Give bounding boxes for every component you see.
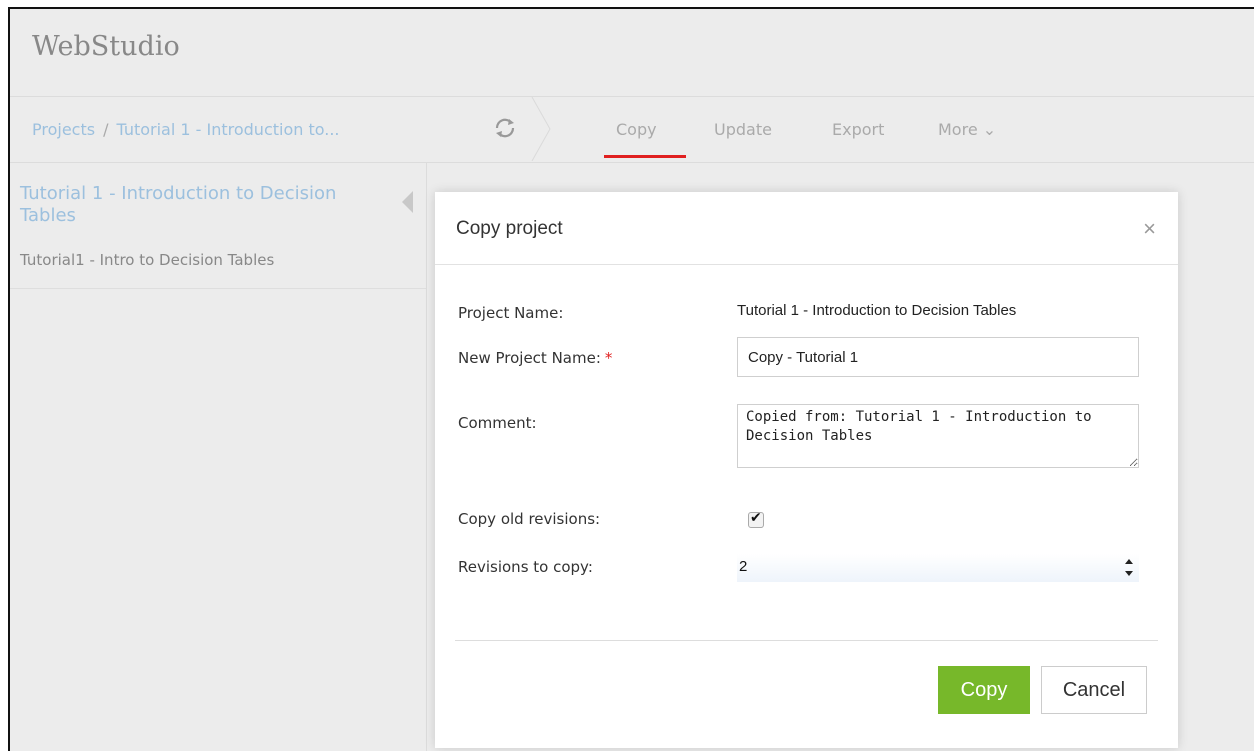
new-project-name-label: New Project Name: * [458, 349, 612, 367]
new-project-name-input[interactable] [737, 337, 1139, 377]
revisions-to-copy-value: 2 [739, 558, 748, 575]
comment-label: Comment: [458, 414, 537, 432]
breadcrumb-divider-chevron-icon [531, 97, 551, 161]
copy-project-dialog: Copy project × Project Name: Tutorial 1 … [435, 192, 1178, 748]
sidebar-divider [10, 288, 426, 289]
close-icon[interactable]: × [1143, 216, 1156, 242]
tab-update[interactable]: Update [714, 120, 772, 139]
refresh-icon[interactable] [492, 115, 518, 141]
tab-export[interactable]: Export [832, 120, 884, 139]
tab-more-dropdown[interactable]: More ⌄ [938, 120, 996, 139]
copy-button[interactable]: Copy [938, 666, 1030, 714]
dialog-header: Copy project × [435, 192, 1178, 265]
project-sidebar: Tutorial 1 - Introduction to Decision Ta… [10, 163, 427, 751]
active-tab-indicator [604, 155, 686, 158]
comment-textarea[interactable]: Copied from: Tutorial 1 - Introduction t… [737, 404, 1139, 468]
app-title: WebStudio [32, 31, 180, 62]
stepper-up-icon[interactable] [1125, 559, 1133, 564]
required-marker: * [604, 349, 613, 367]
app-frame: WebStudio Projects / Tutorial 1 - Introduc… [8, 7, 1254, 751]
breadcrumb-projects-link[interactable]: Projects [32, 120, 95, 139]
dialog-footer-divider [455, 640, 1158, 641]
collapse-sidebar-icon[interactable] [402, 191, 413, 213]
checkmark-icon: ✔ [750, 510, 762, 526]
breadcrumb-current-project[interactable]: Tutorial 1 - Introduction to... [116, 120, 339, 139]
stepper-arrows[interactable] [1125, 557, 1135, 579]
dialog-title: Copy project [456, 218, 563, 239]
project-name-label: Project Name: [458, 304, 564, 322]
sidebar-project-subtitle: Tutorial1 - Intro to Decision Tables [20, 251, 275, 269]
stepper-down-icon[interactable] [1125, 571, 1133, 576]
copy-old-revisions-checkbox[interactable]: ✔ [748, 510, 764, 528]
cancel-button[interactable]: Cancel [1041, 666, 1147, 714]
project-name-value: Tutorial 1 - Introduction to Decision Ta… [737, 302, 1017, 319]
breadcrumb-separator: / [103, 120, 109, 139]
breadcrumb: Projects / Tutorial 1 - Introduction to... [32, 120, 340, 139]
tab-copy[interactable]: Copy [616, 120, 657, 139]
copy-old-revisions-label: Copy old revisions: [458, 510, 601, 528]
revisions-to-copy-stepper[interactable]: 2 [737, 554, 1139, 582]
new-project-name-label-text: New Project Name: [458, 349, 601, 367]
revisions-to-copy-label: Revisions to copy: [458, 558, 593, 576]
app-header: WebStudio [10, 9, 1254, 97]
sidebar-project-title[interactable]: Tutorial 1 - Introduction to Decision Ta… [20, 183, 360, 227]
project-toolbar: Projects / Tutorial 1 - Introduction to...… [10, 97, 1254, 163]
